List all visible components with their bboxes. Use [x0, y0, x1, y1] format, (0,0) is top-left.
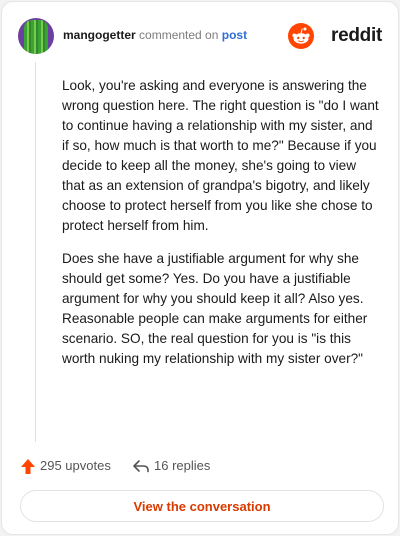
- comment-body: Look, you're asking and everyone is answ…: [62, 76, 380, 382]
- thread-line: [35, 62, 36, 442]
- comment-stats: 295 upvotes 16 replies: [20, 456, 380, 476]
- author-line: mangogetter commented on post: [63, 28, 247, 42]
- replies-stat[interactable]: 16 replies: [132, 456, 210, 476]
- upvotes-stat[interactable]: 295 upvotes: [20, 456, 111, 476]
- action-text: commented on: [139, 28, 219, 42]
- comment-paragraph: Look, you're asking and everyone is answ…: [62, 78, 379, 233]
- comment-header: mangogetter commented on post reddit: [18, 18, 382, 54]
- view-conversation-button[interactable]: View the conversation: [20, 490, 384, 522]
- reddit-alien-icon: [288, 23, 314, 49]
- replies-count: 16 replies: [154, 458, 211, 473]
- comment-paragraph: Does she have a justifiable argument for…: [62, 251, 368, 366]
- cactus-avatar-icon[interactable]: [18, 18, 54, 54]
- upvotes-count: 295 upvotes: [40, 458, 111, 473]
- username[interactable]: mangogetter: [63, 28, 136, 42]
- comment-card: mangogetter commented on post reddit Loo…: [1, 1, 399, 535]
- upvote-arrow-icon: [21, 458, 35, 474]
- reply-arrow-icon: [133, 460, 149, 473]
- reddit-brand[interactable]: reddit: [286, 23, 382, 49]
- post-link[interactable]: post: [222, 28, 247, 42]
- brand-name: reddit: [331, 25, 382, 46]
